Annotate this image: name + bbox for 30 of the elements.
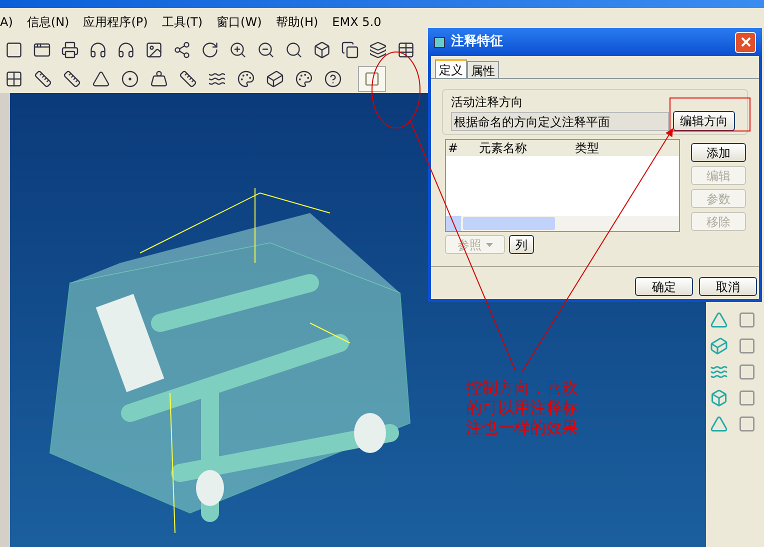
menu-item[interactable]: 信息(N) [26, 12, 70, 30]
menu-item[interactable]: A) [0, 12, 13, 30]
note-tool-button[interactable] [358, 66, 386, 92]
menu-item[interactable]: 工具(T) [162, 12, 203, 30]
column-header[interactable]: 类型 [573, 140, 679, 156]
tab[interactable]: 属性 [467, 61, 499, 78]
group-label: 活动注释方向 [451, 94, 524, 111]
close-icon [740, 37, 750, 47]
note-icon [364, 70, 380, 86]
menu-item[interactable]: 帮助(H) [276, 12, 318, 30]
annotation-text: 的可以用注释标 [466, 398, 578, 418]
menu-item[interactable]: 窗口(W) [216, 12, 262, 30]
window-icon [434, 36, 445, 48]
dialog-button[interactable]: 取消 [699, 277, 757, 296]
annotation-text: 注也一样的效果 [466, 418, 578, 438]
annotation-text: 控制方向，喜欢 [466, 378, 578, 398]
direction-field[interactable]: 根据命名的方向定义注释平面 [451, 112, 669, 130]
dialog-button[interactable]: 添加 [691, 143, 746, 162]
column-header[interactable]: 元素名称 [477, 140, 573, 156]
window-title: 注释特征 [451, 32, 504, 52]
menu-item[interactable]: 应用程序(P) [83, 12, 148, 30]
tab[interactable]: 定义 [435, 59, 467, 78]
dialog-button[interactable]: 确定 [635, 277, 693, 296]
column-header[interactable]: # [446, 140, 477, 156]
close-button[interactable] [735, 32, 756, 52]
menu-item[interactable]: EMX 5.0 [332, 12, 382, 30]
dialog-button[interactable]: 编辑方向 [673, 111, 735, 131]
caret-icon [486, 242, 492, 246]
dialog-button[interactable]: 列 [509, 235, 534, 254]
horizontal-scrollbar[interactable] [446, 216, 679, 231]
